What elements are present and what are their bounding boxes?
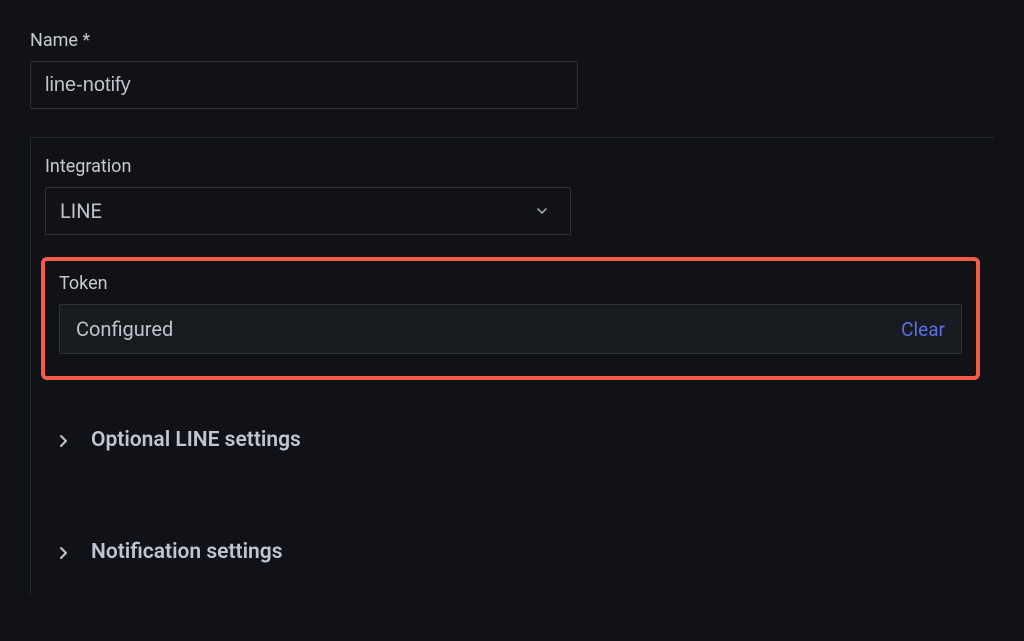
optional-line-settings-expander[interactable]: Optional LINE settings [45,428,994,452]
token-status-text: Configured [76,317,901,341]
chevron-right-icon [59,433,69,447]
notification-settings-expander[interactable]: Notification settings [45,540,994,564]
optional-line-settings-label: Optional LINE settings [91,428,301,452]
chevron-down-icon [536,205,548,217]
token-highlight-box: Token Configured Clear [41,257,980,380]
token-clear-button[interactable]: Clear [901,318,945,341]
name-field-label: Name * [30,30,994,51]
chevron-right-icon [59,545,69,559]
integration-label: Integration [45,156,994,177]
token-label: Token [59,273,962,294]
notification-settings-label: Notification settings [91,540,283,564]
integration-select[interactable]: LINE [45,187,571,235]
token-input-row: Configured Clear [59,304,962,354]
name-input[interactable] [30,61,578,109]
integration-select-value: LINE [60,199,102,223]
integration-panel: Integration LINE Token Configured Clear [30,137,994,594]
